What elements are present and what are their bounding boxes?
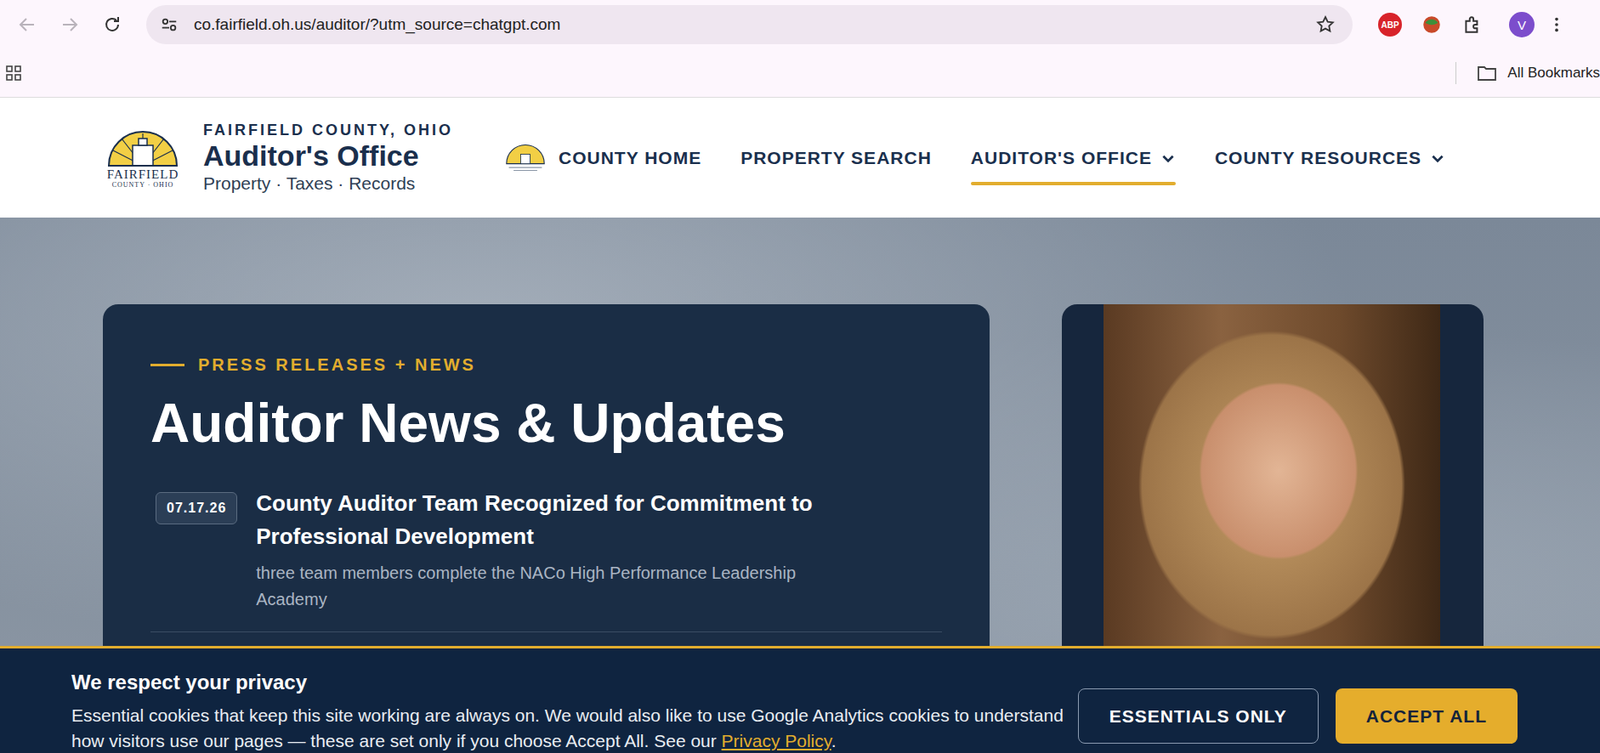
date-badge: 07.17.26 <box>155 492 238 525</box>
apps-grid-icon[interactable] <box>5 64 23 82</box>
chevron-down-icon <box>1160 150 1176 166</box>
site-header: FAIRFIELDCOUNTY · OHIO FAIRFIELD COUNTY, … <box>0 97 1600 218</box>
news-summary: three team members complete the NACo Hig… <box>255 560 869 613</box>
back-arrow-icon[interactable] <box>17 14 38 35</box>
forward-arrow-icon[interactable] <box>59 14 80 35</box>
reload-icon[interactable] <box>102 14 123 35</box>
all-bookmarks[interactable]: All Bookmarks <box>1507 64 1600 82</box>
nav-item[interactable]: COUNTY HOME <box>504 132 702 184</box>
bookmark-star-icon[interactable] <box>1315 14 1336 35</box>
cookie-button[interactable]: ACCEPT ALL <box>1335 688 1518 744</box>
url-text[interactable]: co.fairfield.oh.us/auditor/?utm_source=c… <box>193 15 1316 35</box>
extension-icon[interactable] <box>1420 13 1443 36</box>
nav-item[interactable]: COUNTY RESOURCES <box>1214 132 1446 184</box>
nav-item[interactable]: AUDITOR'S OFFICE <box>970 132 1176 184</box>
cookie-button[interactable]: ESSENTIALS ONLY <box>1078 688 1319 744</box>
news-heading: Auditor News & Updates <box>150 393 942 454</box>
folder-icon <box>1476 64 1498 82</box>
county-logo[interactable]: FAIRFIELDCOUNTY · OHIO <box>102 126 183 190</box>
brand[interactable]: FAIRFIELDCOUNTY · OHIO FAIRFIELD COUNTY, … <box>102 121 454 193</box>
county-seal-icon <box>504 141 547 175</box>
browser-window: co.fairfield.oh.us/auditor/?utm_source=c… <box>0 0 1600 753</box>
news-item[interactable]: 07.17.26 County Auditor Team Recognized f… <box>150 487 942 633</box>
address-bar[interactable]: co.fairfield.oh.us/auditor/?utm_source=c… <box>146 5 1353 45</box>
site-title: Auditor's Office <box>203 139 454 173</box>
cookie-text: Essential cookies that keep this site wo… <box>71 703 1075 753</box>
news-eyebrow: PRESS RELEASES + NEWS <box>150 355 942 375</box>
privacy-policy-link[interactable]: Privacy Policy <box>721 731 832 751</box>
menu-kebab-icon[interactable] <box>1553 15 1561 35</box>
cookie-title: We respect your privacy <box>71 670 1075 695</box>
adblock-extension-icon[interactable]: ABP <box>1378 12 1402 37</box>
chevron-down-icon <box>1429 150 1446 166</box>
main-nav: COUNTY HOME PROPERTY SEARCH AUDITOR'S OFFI… <box>504 132 1446 184</box>
bookmarks-bar: All Bookmarks <box>0 49 1600 98</box>
site-settings-icon[interactable] <box>159 15 179 35</box>
browser-toolbar: co.fairfield.oh.us/auditor/?utm_source=c… <box>0 0 1600 50</box>
sun-building-icon <box>104 126 182 168</box>
news-title[interactable]: County Auditor Team Recognized for Commi… <box>255 487 869 554</box>
cookie-banner: We respect your privacy Essential cookies… <box>0 646 1600 753</box>
tagline: Property · Taxes · Records <box>203 173 454 194</box>
county-name: FAIRFIELD COUNTY, OHIO <box>203 121 454 140</box>
extensions-puzzle-icon[interactable] <box>1461 13 1484 36</box>
profile-avatar[interactable]: V <box>1509 11 1535 38</box>
nav-item[interactable]: PROPERTY SEARCH <box>740 132 932 184</box>
